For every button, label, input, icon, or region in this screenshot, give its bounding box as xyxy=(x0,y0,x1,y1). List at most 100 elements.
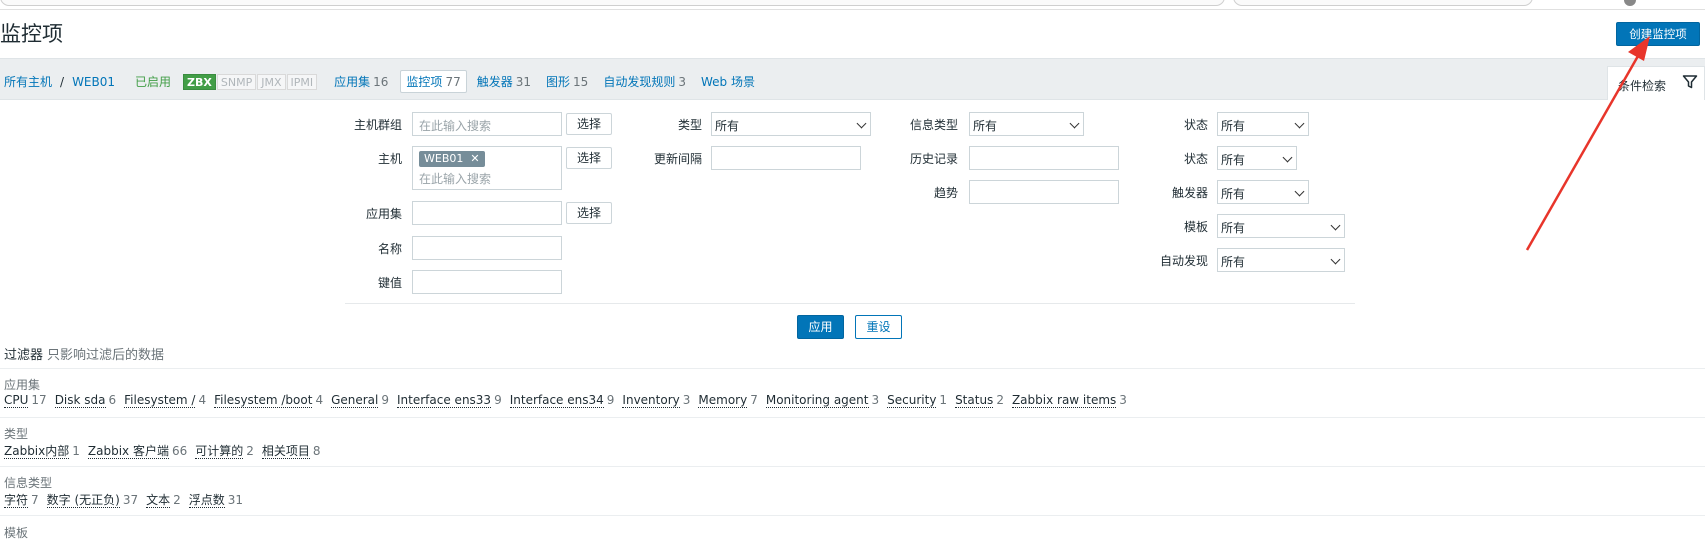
subfilter-item-name[interactable]: Filesystem /boot xyxy=(214,393,313,408)
nav-graphs[interactable]: 图形 15 xyxy=(546,73,588,90)
filter-tab[interactable]: 条件检索 xyxy=(1607,66,1705,100)
subfilter-item[interactable]: 数字 (无正负) 37 xyxy=(46,491,138,508)
history-input[interactable] xyxy=(969,146,1119,170)
subfilter-item-name[interactable]: 浮点数 xyxy=(188,493,225,508)
subfilter-item[interactable]: Status 2 xyxy=(955,393,1004,408)
breadcrumb-separator: / xyxy=(60,74,65,89)
chevron-down-icon xyxy=(1330,220,1341,231)
subfilter-item-name[interactable]: Interface ens34 xyxy=(509,393,604,408)
subfilter-item-name[interactable]: 可计算的 xyxy=(195,444,244,459)
host-navbar: 所有主机 / WEB01 已启用 ZBX SNMP JMX IPMI 应用集 16… xyxy=(0,58,1705,100)
name-input[interactable] xyxy=(412,236,562,260)
subfilter-item-name[interactable]: 数字 (无正负) xyxy=(46,493,120,508)
subfilter-item-count: 7 xyxy=(31,493,39,507)
subfilter-hint: 只影响过滤后的数据 xyxy=(47,348,165,363)
subfilter-item[interactable]: Filesystem /boot 4 xyxy=(214,393,323,408)
subfilter-item[interactable]: 文本 2 xyxy=(146,491,181,508)
subfilter-item-name[interactable]: CPU xyxy=(4,393,29,408)
subfilter-item-name[interactable]: Monitoring agent xyxy=(765,393,869,408)
host-input[interactable]: WEB01 ✕ 在此输入搜索 xyxy=(412,146,562,190)
reset-button[interactable]: 重设 xyxy=(855,315,902,339)
nav-items[interactable]: 监控项 77 xyxy=(400,70,467,93)
nav-applications[interactable]: 应用集 16 xyxy=(334,73,388,90)
remove-tag-icon[interactable]: ✕ xyxy=(470,152,479,165)
triggers-select-value: 所有 xyxy=(1221,187,1246,201)
host-status-badge[interactable]: 已启用 xyxy=(135,73,171,90)
host-group-input[interactable]: 在此输入搜索 xyxy=(412,112,562,136)
apply-button[interactable]: 应用 xyxy=(797,315,844,339)
subfilter-item[interactable]: Interface ens33 9 xyxy=(397,393,502,408)
subfilter-item[interactable]: 相关项目 8 xyxy=(261,442,321,459)
subfilter-item-name[interactable]: 相关项目 xyxy=(261,444,310,459)
subfilter-item-name[interactable]: 文本 xyxy=(146,493,171,508)
subfilter-item[interactable]: 浮点数 31 xyxy=(188,491,243,508)
breadcrumb-all-hosts[interactable]: 所有主机 xyxy=(4,73,52,90)
subfilter-item[interactable]: General 9 xyxy=(331,393,389,408)
subfilter-item[interactable]: Zabbix内部 1 xyxy=(4,442,80,459)
subfilter-item-name[interactable]: Memory xyxy=(698,393,748,408)
application-input[interactable] xyxy=(412,201,562,225)
subfilter-section-title: 类型 xyxy=(4,427,29,441)
application-select-button[interactable]: 选择 xyxy=(566,202,612,224)
host-select-button[interactable]: 选择 xyxy=(566,147,612,169)
subfilter-item[interactable]: Memory 7 xyxy=(698,393,758,408)
subfilter-title: 过滤器 只影响过滤后的数据 xyxy=(4,344,164,363)
subfilter-item[interactable]: Zabbix raw items 3 xyxy=(1011,393,1127,408)
subfilter-item-name[interactable]: Zabbix raw items xyxy=(1011,393,1117,408)
subfilter-item[interactable]: Filesystem /4 xyxy=(124,393,207,408)
filter-tab-label: 条件检索 xyxy=(1618,79,1667,93)
create-item-button[interactable]: 创建监控项 xyxy=(1616,22,1700,46)
history-label: 历史记录 xyxy=(909,152,958,166)
host-tag[interactable]: WEB01 ✕ xyxy=(419,151,485,167)
subfilter-item-name[interactable]: General xyxy=(331,393,379,408)
template-select-value: 所有 xyxy=(1221,221,1246,235)
address-bar[interactable] xyxy=(0,0,1225,6)
breadcrumb-host[interactable]: WEB01 xyxy=(72,75,115,89)
state-select[interactable]: 所有 xyxy=(1217,112,1309,136)
subfilter-item-name[interactable]: 字符 xyxy=(4,493,29,508)
subfilter-item[interactable]: Interface ens34 9 xyxy=(509,393,614,408)
subfilter-item-name[interactable]: Disk sda xyxy=(54,393,106,408)
subfilter-item[interactable]: Zabbix 客户端 66 xyxy=(87,442,187,459)
status-select[interactable]: 所有 xyxy=(1217,146,1297,170)
profile-icon[interactable] xyxy=(1624,0,1636,6)
key-label: 键值 xyxy=(377,276,402,290)
subfilter-item-name[interactable]: Inventory xyxy=(622,393,680,408)
subfilter-info-types: 信息类型 字符 7 数字 (无正负) 37 文本 2 浮点数 31 xyxy=(0,466,1705,515)
nav-triggers-count: 31 xyxy=(515,75,532,89)
trends-input[interactable] xyxy=(969,180,1119,204)
subfilter-item[interactable]: Disk sda 6 xyxy=(54,393,116,408)
subfilter-item-count: 4 xyxy=(198,393,207,407)
subfilter-item[interactable]: CPU 17 xyxy=(4,393,47,408)
info-type-select[interactable]: 所有 xyxy=(969,112,1084,136)
subfilter-item-name[interactable]: Interface ens33 xyxy=(397,393,492,408)
subfilter-item-name[interactable]: Security xyxy=(887,393,937,408)
type-select[interactable]: 所有 xyxy=(711,112,871,136)
subfilter-item-name[interactable]: Filesystem / xyxy=(124,393,196,408)
subfilter-item[interactable]: 可计算的 2 xyxy=(195,442,254,459)
host-group-select-button[interactable]: 选择 xyxy=(566,113,612,135)
template-select[interactable]: 所有 xyxy=(1217,214,1345,238)
subfilter-item[interactable]: Monitoring agent 3 xyxy=(765,393,879,408)
subfilter-item[interactable]: 字符 7 xyxy=(4,491,39,508)
subfilter-item[interactable]: Inventory 3 xyxy=(622,393,690,408)
subfilter-item-count: 2 xyxy=(246,444,254,458)
nav-discovery-rules[interactable]: 自动发现规则 3 xyxy=(603,73,686,90)
key-input[interactable] xyxy=(412,270,562,294)
nav-applications-label: 应用集 xyxy=(334,75,371,89)
host-label: 主机 xyxy=(377,152,402,166)
subfilter-item-count: 3 xyxy=(1119,393,1127,407)
update-interval-input[interactable] xyxy=(711,146,861,170)
subfilter-item-name[interactable]: Status xyxy=(955,393,994,408)
discovery-select-value: 所有 xyxy=(1221,255,1246,269)
zbx-badge: ZBX xyxy=(183,73,216,90)
subfilter-item-name[interactable]: Zabbix内部 xyxy=(4,444,70,459)
nav-web-scenarios[interactable]: Web 场景 xyxy=(701,73,758,90)
discovery-select[interactable]: 所有 xyxy=(1217,248,1345,272)
triggers-select[interactable]: 所有 xyxy=(1217,180,1309,204)
nav-triggers[interactable]: 触发器 31 xyxy=(477,73,531,90)
subfilter-item-name[interactable]: Zabbix 客户端 xyxy=(87,444,169,459)
browser-search-bar[interactable] xyxy=(1233,0,1533,6)
ipmi-badge: IPMI xyxy=(286,73,318,90)
subfilter-item[interactable]: Security 1 xyxy=(887,393,947,408)
